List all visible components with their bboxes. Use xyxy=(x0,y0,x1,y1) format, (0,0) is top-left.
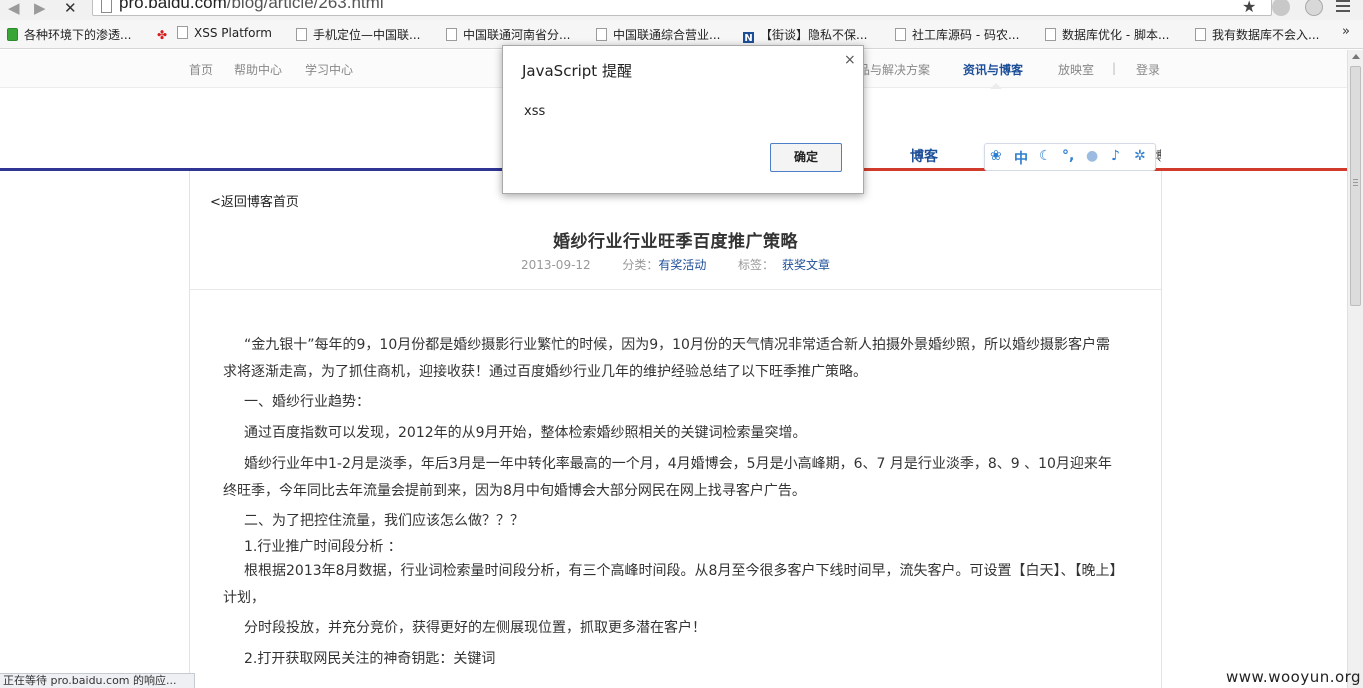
scroll-thumb[interactable] xyxy=(1350,66,1361,306)
browser-menu-icon[interactable] xyxy=(1336,0,1350,15)
back-to-blog-home-link[interactable]: <返回博客首页 xyxy=(210,191,299,210)
article-card: <返回博客首页 婚纱行业行业旺季百度推广策略 2013-09-12 分类：有奖活… xyxy=(189,171,1162,688)
divider xyxy=(190,289,1161,290)
bookmark-item[interactable]: N 【街谈】隐私不保... xyxy=(743,26,881,43)
ok-button[interactable]: 确定 xyxy=(770,143,842,172)
nav-separator: | xyxy=(1112,61,1117,75)
article-paragraph: 1.行业推广时间段分析 ： xyxy=(244,539,402,555)
moon-icon[interactable]: ☾ xyxy=(1039,148,1052,164)
address-bar: ◀ ▶ ✕ pro.baidu.com/blog/article/263.htm… xyxy=(0,0,1363,20)
article-paragraph: 根根据2013年8月数据，行业词检索量时间段分析，有三个高峰时间段。从8月至今很… xyxy=(223,563,1117,606)
back-arrow-icon[interactable]: ◀ xyxy=(8,0,20,17)
status-bar: 正在等待 pro.baidu.com 的响应... xyxy=(0,673,195,688)
close-icon[interactable]: × xyxy=(844,52,856,68)
bookmark-item[interactable]: 数据库优化 - 脚本... xyxy=(1045,26,1180,43)
bookmark-item[interactable]: 中国联通综合营业... xyxy=(596,26,731,43)
microphone-icon[interactable]: ♪ xyxy=(1111,148,1120,164)
nav-news-blog[interactable]: 资讯与博客 xyxy=(963,61,1023,78)
unicom-logo-icon: ✤ xyxy=(157,28,168,42)
page-icon xyxy=(296,28,307,41)
nav-login[interactable]: 登录 xyxy=(1136,61,1160,78)
active-nav-caret xyxy=(990,83,1002,89)
page-icon xyxy=(596,28,607,41)
alert-title: JavaScript 提醒 xyxy=(522,62,632,80)
bookmark-item[interactable]: 中国联通河南省分... xyxy=(446,26,581,43)
chevron-left-icon: < xyxy=(210,195,221,210)
category-link[interactable]: 有奖活动 xyxy=(658,258,706,272)
bookmark-item[interactable]: 我有数据库不会入... xyxy=(1195,26,1330,43)
bookmark-item[interactable]: 各种环境下的渗透... xyxy=(7,26,139,43)
page-icon xyxy=(1045,28,1056,41)
category-label: 分类： xyxy=(622,258,659,272)
user-icon[interactable]: ● xyxy=(1086,148,1098,164)
bookmark-item[interactable]: 手机定位—中国联... xyxy=(296,26,431,43)
bookmarks-overflow-button[interactable]: » xyxy=(1342,24,1350,39)
gear-icon[interactable]: ✲ xyxy=(1134,148,1146,164)
tag-link[interactable]: 获奖文章 xyxy=(782,258,830,272)
watermark: www.wooyun.org xyxy=(1226,668,1362,686)
nav-home[interactable]: 首页 xyxy=(189,61,213,78)
evernote-icon xyxy=(7,28,18,41)
article-paragraph: 婚纱行业年中1-2月是淡季，年后3月是一年中转化率最高的一个月，4月婚博会，5月… xyxy=(223,456,1112,499)
article-paragraph: 二、为了把控住流量，我们应该怎么做？？？ xyxy=(244,513,524,529)
nav-help-center[interactable]: 帮助中心 xyxy=(234,61,282,78)
nav-learning-center[interactable]: 学习中心 xyxy=(305,61,353,78)
n-logo-icon: N xyxy=(743,32,754,43)
article-paragraph: 2.打开获取网民关注的神奇钥匙：关键词 xyxy=(244,651,496,667)
article-date: 2013-09-12 xyxy=(520,258,591,272)
page-icon xyxy=(1195,28,1206,41)
bookmark-item[interactable]: 社工库源码 - 码农... xyxy=(895,26,1030,43)
page-icon xyxy=(177,26,188,39)
nav-screening-room[interactable]: 放映室 xyxy=(1058,61,1094,78)
ime-toolbar: ❀ 中 ☾ °, ● ♪ ✲ xyxy=(984,143,1156,171)
page-icon xyxy=(101,0,112,13)
page-icon xyxy=(446,28,457,41)
url-input[interactable]: pro.baidu.com/blog/article/263.html xyxy=(92,0,1272,16)
bookmark-star-icon[interactable]: ★ xyxy=(1242,0,1256,16)
page-icon xyxy=(895,28,906,41)
paw-icon[interactable]: ❀ xyxy=(990,148,1002,164)
extension-icon[interactable] xyxy=(1305,0,1323,16)
article-title: 婚纱行业行业旺季百度推广策略 xyxy=(553,232,798,252)
article-meta: 2013-09-12 分类：有奖活动 标签： 获奖文章 xyxy=(190,256,1161,273)
article-paragraph: “金九银十”每年的9，10月份都是婚纱摄影行业繁忙的时候，因为9，10月份的天气… xyxy=(223,337,1110,380)
forward-arrow-icon[interactable]: ▶ xyxy=(34,0,46,17)
extension-icon[interactable] xyxy=(1272,0,1290,16)
punctuation-icon[interactable]: °, xyxy=(1062,148,1074,164)
tag-label: 标签： xyxy=(738,258,775,272)
scroll-up-arrow-icon[interactable] xyxy=(1352,54,1360,59)
article-paragraph: 分时段投放，并充分竞价，获得更好的左侧展现位置，抓取更多潜在客户！ xyxy=(244,620,706,636)
nav-products-solutions[interactable]: 品与解决方案 xyxy=(858,61,930,78)
javascript-alert-dialog: JavaScript 提醒 × xss 确定 xyxy=(502,45,864,194)
stop-icon[interactable]: ✕ xyxy=(64,0,77,17)
bookmark-item[interactable]: ✤ XSS Platform xyxy=(157,26,285,43)
chinese-mode-icon[interactable]: 中 xyxy=(1014,148,1028,168)
vertical-scrollbar[interactable] xyxy=(1347,50,1363,688)
url-text: pro.baidu.com/blog/article/263.html xyxy=(119,0,384,12)
channel-blog-tab[interactable]: 博客 xyxy=(910,146,938,166)
alert-message: xss xyxy=(524,104,546,119)
article-paragraph: 通过百度指数可以发现，2012年的从9月开始，整体检索婚纱照相关的关键词检索量突… xyxy=(244,425,807,441)
article-paragraph: 一、婚纱行业趋势： xyxy=(244,394,370,410)
